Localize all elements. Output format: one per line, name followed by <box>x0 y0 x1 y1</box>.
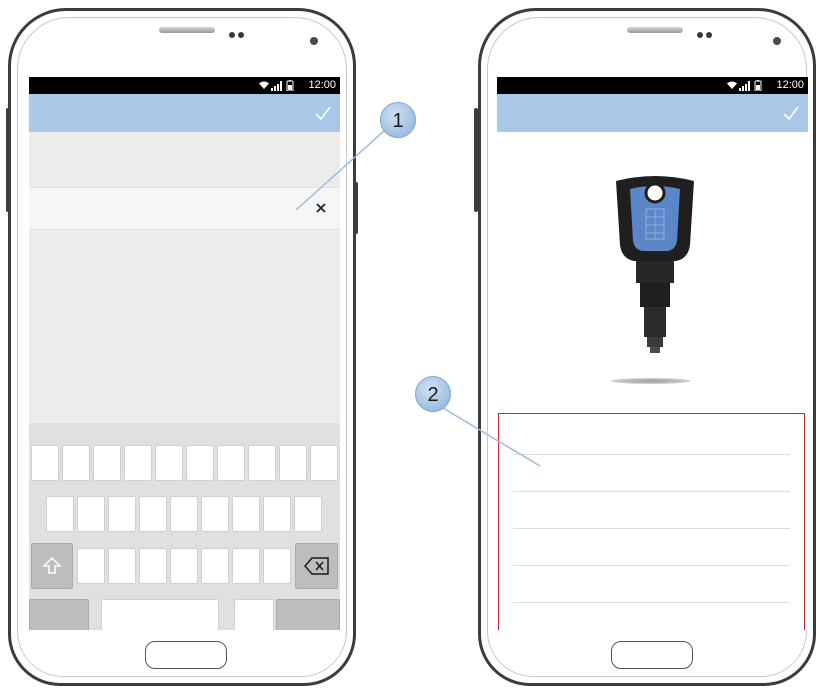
callout-2: 2 <box>415 376 451 412</box>
callout-1: 1 <box>380 102 416 138</box>
callout-leader-lines <box>295 129 541 467</box>
callout-1-leader <box>295 129 386 211</box>
callout-2-leader <box>442 407 541 467</box>
